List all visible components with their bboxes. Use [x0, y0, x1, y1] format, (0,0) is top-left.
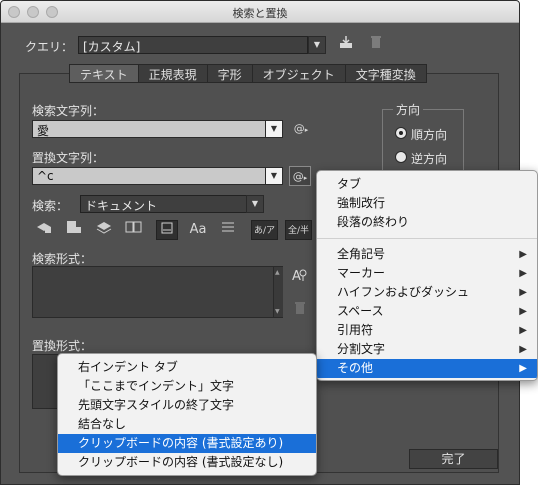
- submenu-other[interactable]: その他 ▶: [317, 359, 537, 378]
- submenu-label: その他: [337, 361, 374, 375]
- forward-label: 順方向: [411, 128, 448, 142]
- menu-item-indent-to-here[interactable]: 「ここまでインデント」文字: [58, 377, 316, 396]
- menu-item-clipboard-unformatted[interactable]: クリップボードの内容 (書式設定なし): [58, 453, 316, 472]
- search-scope-select[interactable]: ドキュメント: [80, 195, 248, 213]
- kana-sensitive-icon[interactable]: あ/ア: [251, 220, 278, 240]
- query-label: クエリ：: [25, 40, 74, 54]
- submenu-arrow-icon: ▶: [519, 344, 527, 355]
- save-query-icon[interactable]: [335, 35, 357, 55]
- submenu-quotation-marks[interactable]: 引用符 ▶: [317, 321, 537, 340]
- menu-item-tab[interactable]: タブ: [317, 175, 537, 194]
- submenu-label: スペース: [337, 304, 384, 318]
- change-format-label: 置換形式：: [32, 339, 93, 353]
- include-master-pages-icon[interactable]: [123, 220, 145, 240]
- submenu-label: 全角記号: [337, 247, 386, 261]
- direction-title: 方向: [393, 101, 424, 118]
- search-scope-dropdown-arrow[interactable]: ▼: [246, 195, 264, 213]
- other-submenu: 右インデント タブ 「ここまでインデント」文字 先頭文字スタイルの終了文字 結合…: [57, 353, 317, 476]
- specify-find-format-icon[interactable]: A: [289, 267, 311, 287]
- tab-grep[interactable]: 正規表現: [138, 64, 208, 83]
- find-format-box[interactable]: [32, 266, 283, 318]
- window-title: 検索と置換: [232, 7, 288, 20]
- tab-object[interactable]: オブジェクト: [252, 64, 346, 83]
- submenu-arrow-icon: ▶: [519, 325, 527, 336]
- submenu-arrow-icon: ▶: [519, 306, 527, 317]
- menu-item-end-nested-style[interactable]: 先頭文字スタイルの終了文字: [58, 396, 316, 415]
- include-locked-stories-icon[interactable]: [63, 220, 85, 240]
- menu-item-clipboard-formatted[interactable]: クリップボードの内容 (書式設定あり): [58, 434, 316, 453]
- backward-label: 逆方向: [411, 152, 448, 166]
- find-what-label: 検索文字列：: [32, 104, 105, 118]
- backward-radio[interactable]: [395, 151, 407, 163]
- submenu-white-space[interactable]: スペース ▶: [317, 302, 537, 321]
- change-to-label: 置換文字列：: [32, 151, 105, 165]
- special-characters-menu: タブ 強制改行 段落の終わり 全角記号 ▶ マーカー ▶ ハイフンおよびダッシュ ▶ …: [316, 170, 538, 381]
- svg-text:A: A: [292, 269, 301, 283]
- whole-word-icon[interactable]: [217, 220, 239, 240]
- find-what-dropdown-arrow[interactable]: ▼: [265, 120, 283, 138]
- menu-item-non-joiner[interactable]: 結合なし: [58, 415, 316, 434]
- change-to-dropdown-arrow[interactable]: ▼: [265, 167, 283, 185]
- search-scope-label: 検索：: [32, 199, 69, 213]
- submenu-break-characters[interactable]: 分割文字 ▶: [317, 340, 537, 359]
- clear-find-format-icon[interactable]: [289, 301, 311, 321]
- menu-item-right-indent-tab[interactable]: 右インデント タブ: [58, 358, 316, 377]
- submenu-symbols[interactable]: 全角記号 ▶: [317, 245, 537, 264]
- menu-item-forced-line-break[interactable]: 強制改行: [317, 194, 537, 213]
- find-what-input[interactable]: 愛: [32, 120, 266, 138]
- find-format-scrollbar[interactable]: ▲ ▼: [273, 267, 283, 317]
- case-sensitive-icon[interactable]: Aa: [187, 220, 209, 240]
- menu-item-end-of-paragraph[interactable]: 段落の終わり: [317, 213, 537, 232]
- menu-separator: [317, 238, 537, 239]
- submenu-arrow-icon: ▶: [519, 363, 527, 374]
- submenu-arrow-icon: ▶: [519, 268, 527, 279]
- submenu-label: 引用符: [337, 323, 374, 337]
- find-format-label: 検索形式：: [32, 252, 93, 266]
- tab-text[interactable]: テキスト: [69, 64, 139, 83]
- include-locked-layers-icon[interactable]: [33, 220, 55, 240]
- query-select[interactable]: [カスタム]: [78, 36, 308, 54]
- delete-query-icon[interactable]: [365, 35, 387, 55]
- include-hidden-layers-icon[interactable]: [93, 220, 115, 240]
- submenu-label: マーカー: [337, 266, 386, 280]
- submenu-hyphens-dashes[interactable]: ハイフンおよびダッシュ ▶: [317, 283, 537, 302]
- submenu-arrow-icon: ▶: [519, 287, 527, 298]
- find-special-chars-icon[interactable]: @▸: [290, 119, 312, 139]
- query-dropdown-arrow[interactable]: ▼: [308, 36, 326, 54]
- include-footnotes-icon[interactable]: [156, 220, 178, 240]
- titlebar: 検索と置換: [1, 1, 519, 23]
- tab-transliterate[interactable]: 文字種変換: [345, 64, 427, 83]
- change-to-input[interactable]: ^c: [32, 167, 266, 185]
- submenu-label: ハイフンおよびダッシュ: [337, 285, 470, 299]
- direction-group: [382, 109, 464, 179]
- width-sensitive-icon[interactable]: 全/半: [285, 220, 312, 240]
- change-special-chars-icon[interactable]: @▸: [289, 166, 311, 186]
- submenu-arrow-icon: ▶: [519, 249, 527, 260]
- forward-radio[interactable]: [395, 127, 407, 139]
- done-button[interactable]: 完了: [409, 449, 498, 469]
- tab-bar: テキスト 正規表現 字形 オブジェクト 文字種変換: [69, 64, 427, 83]
- tab-glyph[interactable]: 字形: [207, 64, 253, 83]
- submenu-markers[interactable]: マーカー ▶: [317, 264, 537, 283]
- submenu-label: 分割文字: [337, 342, 386, 356]
